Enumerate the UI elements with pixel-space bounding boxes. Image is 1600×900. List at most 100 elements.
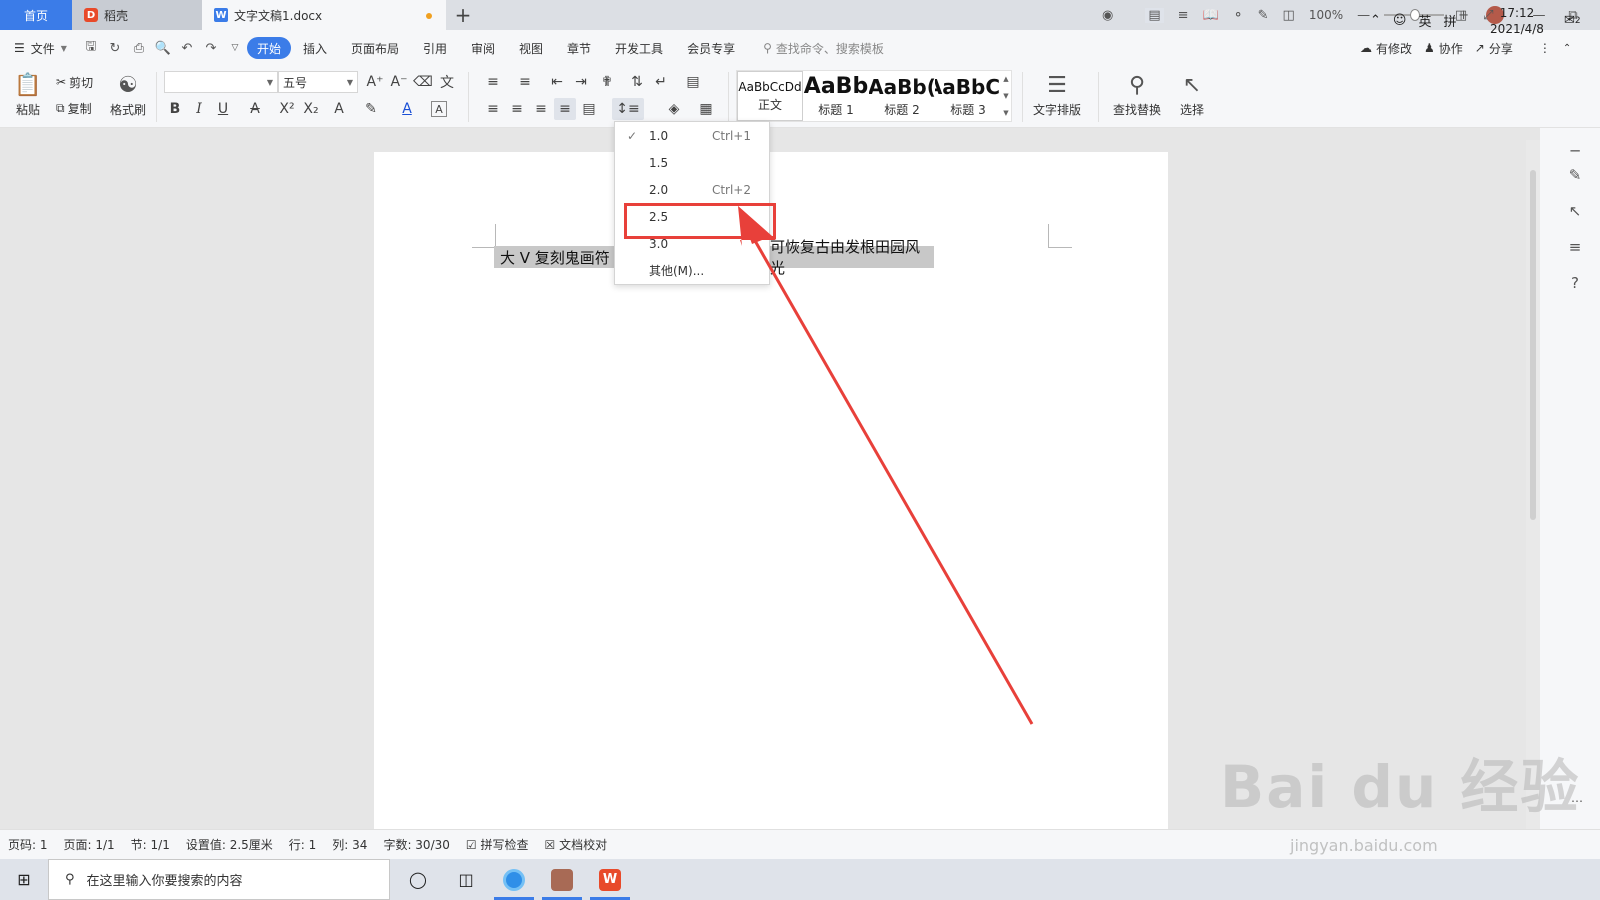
pen-icon[interactable]: ✎ [1258,8,1269,23]
style-heading-1[interactable]: AaBb 标题 1 [803,71,869,121]
text-layout-button[interactable]: ☰ 文字排版 [1026,70,1088,122]
eye-icon[interactable]: ◉ [1102,8,1113,23]
zoom-in-icon[interactable]: + [1458,8,1469,23]
menu-tab-developer[interactable]: 开发工具 [603,37,675,59]
qq-icon[interactable]: ☺ [1393,13,1407,28]
justify-icon[interactable]: ≡ [554,98,576,120]
shading-icon[interactable]: ◈ [660,98,688,120]
show-marks-icon[interactable]: ↵ [650,71,672,93]
command-search[interactable]: ⚲ 查找命令、搜索模板 [747,40,884,57]
tab-stop-icon[interactable]: ▤ [682,71,704,93]
clock[interactable]: 17:12 2021/4/8 [1472,0,1562,41]
page-view-icon[interactable]: ▤ [1145,7,1164,23]
outline-view-icon[interactable]: ≡ [1178,8,1189,23]
line-spacing-option[interactable]: 1.5 [615,149,769,176]
menu-tab-insert[interactable]: 插入 [291,37,339,59]
pointer-icon[interactable]: ↖ [1564,200,1586,222]
status-words[interactable]: 字数: 30/30 [375,836,457,853]
font-color-icon[interactable]: A [396,98,418,120]
clear-format-icon[interactable]: ⌫ [412,71,434,93]
reading-view-icon[interactable]: 📖 [1203,8,1219,23]
borders-icon[interactable]: ▦ [692,98,720,120]
save-icon[interactable]: 🖫 [79,37,103,59]
bold-icon[interactable]: B [164,98,186,120]
subscript-icon[interactable]: X₂ [300,98,322,120]
selected-text-left[interactable]: 大 V 复刻鬼画符 IE [494,246,629,268]
sort-icon[interactable]: ⇅ [626,71,648,93]
line-spacing-option[interactable]: 2.0 Ctrl+2 [615,176,769,203]
wps-app-icon[interactable]: W [586,859,634,900]
undo-history-icon[interactable]: ↻ [103,37,127,59]
menu-tab-layout[interactable]: 页面布局 [339,37,411,59]
font-size-select[interactable]: 五号 ▼ [278,71,358,93]
italic-icon[interactable]: I [188,98,210,120]
spell-check-button[interactable]: ☑ 拼写检查 [458,836,537,853]
superscript-icon[interactable]: X² [276,98,298,120]
more-icon[interactable]: ⋮ [1533,41,1557,55]
shrink-font-icon[interactable]: A⁻ [388,71,410,93]
underline-icon[interactable]: U [212,98,234,120]
chinese-layout-icon[interactable]: ✟ [596,71,618,93]
menu-tab-chapter[interactable]: 章节 [555,37,603,59]
find-replace-button[interactable]: ⚲ 查找替换 [1106,70,1168,122]
phonetic-icon[interactable]: 文 [436,71,458,93]
vertical-scrollbar[interactable] [1526,140,1540,830]
collapse-sidebar-icon[interactable]: ─ [1564,140,1586,162]
taskbar-search[interactable]: ⚲ 在这里输入你要搜索的内容 [48,859,390,900]
tab-home[interactable]: 首页 [0,0,72,30]
paste-button[interactable]: 📋 粘贴 [10,70,46,122]
numbered-list-icon[interactable]: ≡ [514,71,536,93]
notification-button[interactable]: ✉ 2 [1564,0,1581,41]
windows-start-icon[interactable]: ⊞ [0,859,48,900]
modified-button[interactable]: ☁ 有修改 [1354,40,1418,57]
file-menu[interactable]: ☰ 文件 ▼ [0,37,79,59]
menu-tab-review[interactable]: 审阅 [459,37,507,59]
copy-button[interactable]: ⧉ 复制 [56,98,92,118]
close-button[interactable]: ✕ [1590,0,1600,30]
ime-lang[interactable]: 英 [1418,11,1431,30]
cut-button[interactable]: ✂ 剪切 [56,72,93,92]
char-border-icon[interactable]: A [431,101,447,117]
scroll-thumb[interactable] [1530,170,1536,520]
menu-tab-member[interactable]: 会员专享 [675,37,747,59]
format-painter-button[interactable]: ☯ 格式刷 [108,70,148,122]
undo-icon[interactable]: ↶ [175,37,199,59]
help-icon[interactable]: ? [1564,272,1586,294]
ime-mode[interactable]: 拼 [1443,11,1456,30]
fit-icon[interactable]: ◫ [1283,8,1295,23]
zoom-value[interactable]: 100% [1309,8,1343,22]
style-scroll[interactable]: ▲ ▼ ▼ [1001,71,1011,121]
print-icon[interactable]: ⎙ [127,37,151,59]
style-heading-2[interactable]: AaBb( 标题 2 [869,71,935,121]
select-button[interactable]: ↖ 选择 [1170,70,1214,122]
tab-document[interactable]: W 文字文稿1.docx [202,0,446,30]
photo-app-icon[interactable] [538,859,586,900]
align-center-icon[interactable]: ≡ [506,98,528,120]
bullet-list-icon[interactable]: ≡ [482,71,504,93]
redo-icon[interactable]: ↷ [199,37,223,59]
zoom-out-icon[interactable]: — [1357,8,1370,23]
settings-sliders-icon[interactable]: ≡ [1564,236,1586,258]
collaborate-button[interactable]: ♟ 协作 [1418,40,1469,57]
align-left-icon[interactable]: ≡ [482,98,504,120]
menu-tab-references[interactable]: 引用 [411,37,459,59]
new-tab-button[interactable]: + [446,0,480,30]
cortana-icon[interactable]: ◯ [394,859,442,900]
menu-tab-start[interactable]: 开始 [246,37,291,59]
decrease-indent-icon[interactable]: ⇤ [546,71,568,93]
align-right-icon[interactable]: ≡ [530,98,552,120]
increase-indent-icon[interactable]: ⇥ [570,71,592,93]
style-normal[interactable]: AaBbCcDd 正文 [737,71,803,121]
menu-tab-view[interactable]: 视图 [507,37,555,59]
text-effect-icon[interactable]: A [328,98,350,120]
share-button[interactable]: ↗ 分享 [1469,40,1519,57]
line-spacing-button[interactable]: ↕≡ [612,98,644,120]
selected-text-right[interactable]: 可恢复古由发根田园风光 [756,238,934,277]
line-spacing-option-other[interactable]: 其他(M)... [615,257,769,284]
browser-app-icon[interactable] [490,859,538,900]
chevron-up-icon[interactable]: ⌃ [1370,13,1381,28]
distribute-icon[interactable]: ▤ [578,98,600,120]
grow-font-icon[interactable]: A⁺ [364,71,386,93]
style-heading-3[interactable]: AaBbC( 标题 3 [935,71,1001,121]
highlight-icon[interactable]: ✎ [360,98,382,120]
